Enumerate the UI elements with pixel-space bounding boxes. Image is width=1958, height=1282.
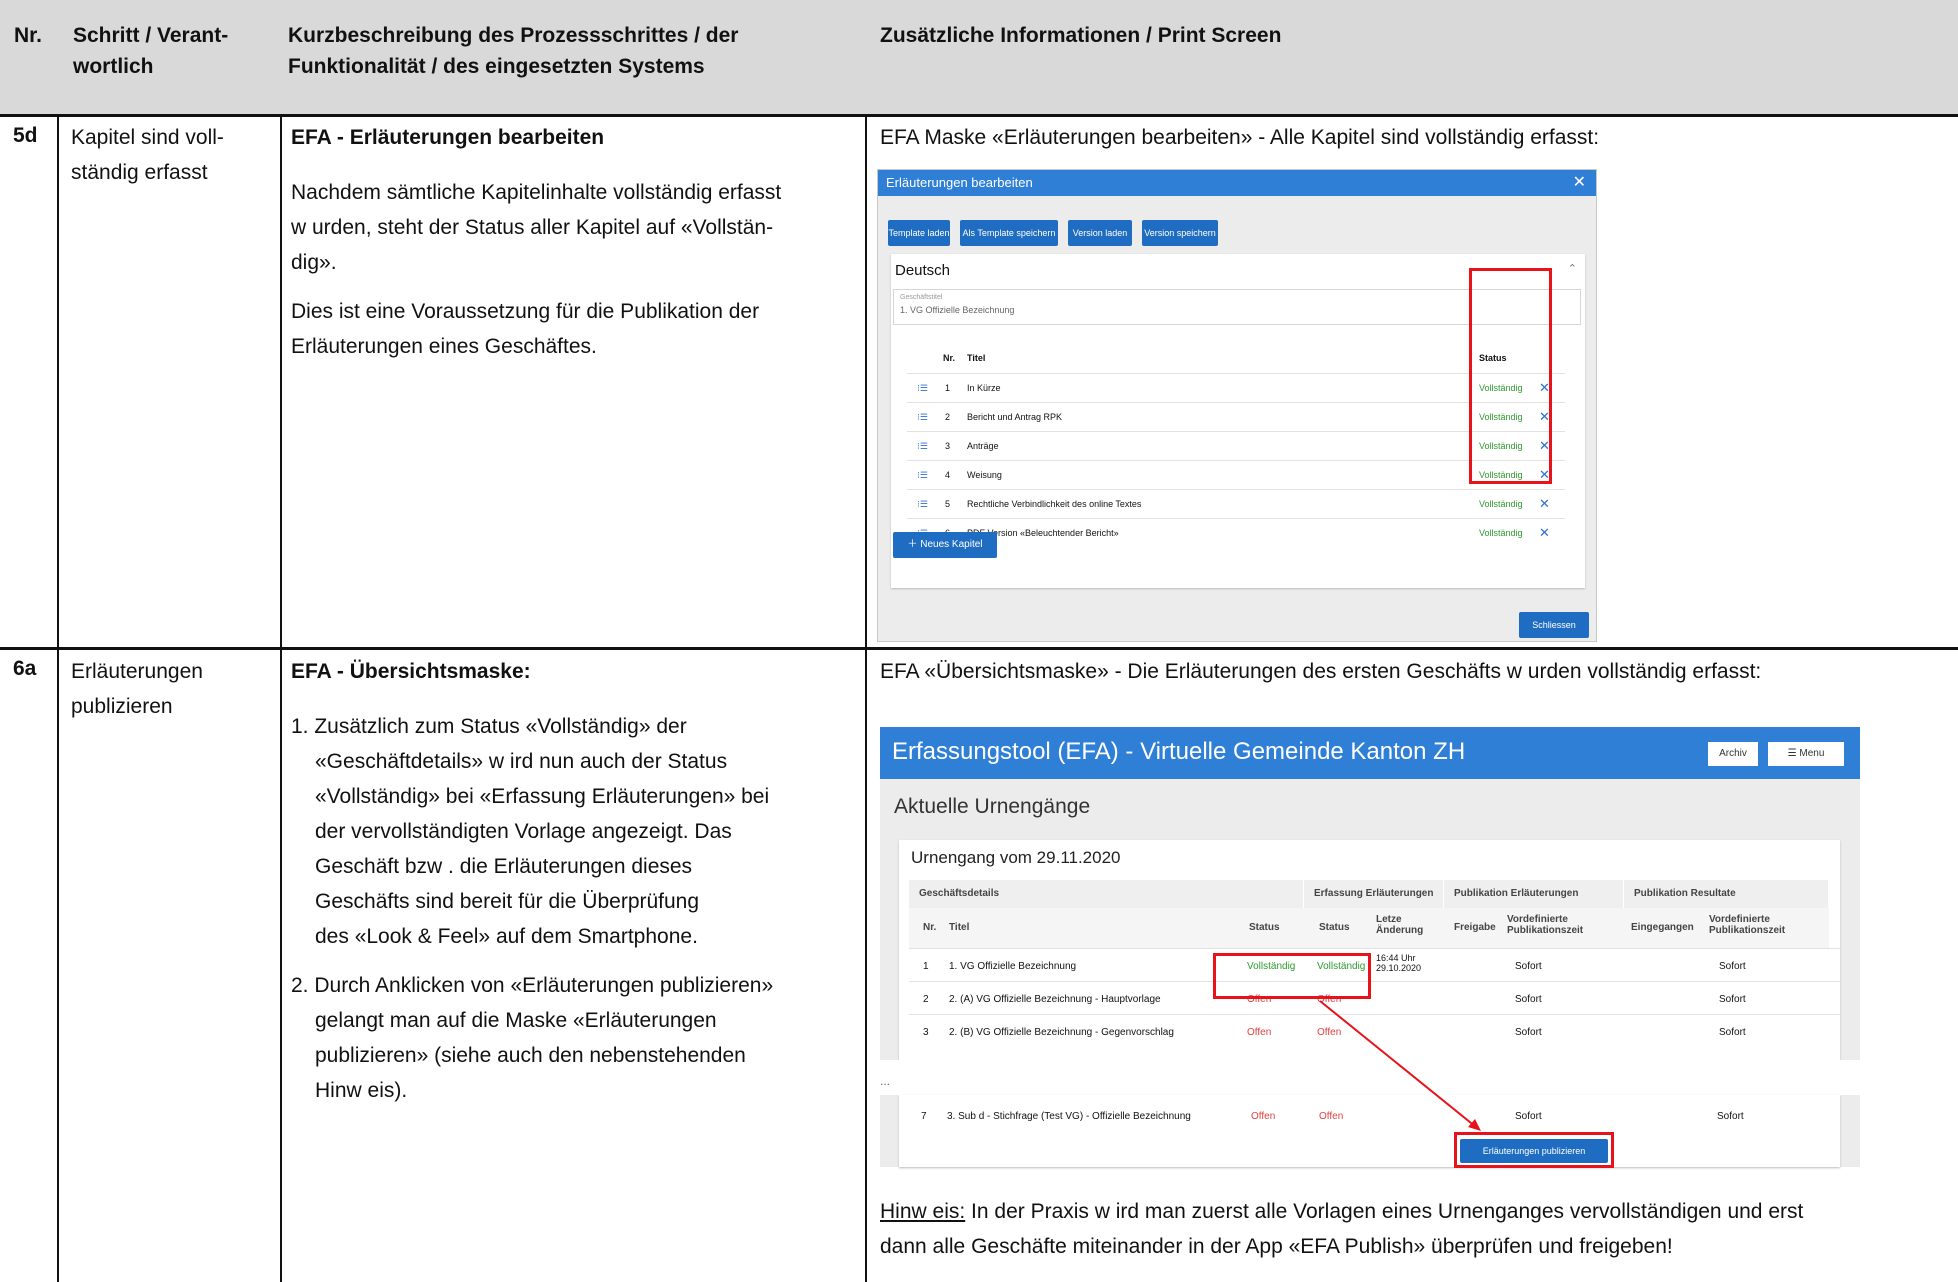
step-title: EFA - Übersichtsmaske: — [291, 660, 531, 683]
step-responsible: Erläuterungen publizieren — [71, 654, 203, 724]
chapter-nr: 1 — [945, 383, 951, 393]
text-line: Hinw eis). — [315, 1079, 408, 1102]
status-highlight-box — [1469, 268, 1552, 484]
save-as-template-button[interactable]: Als Template speichern — [960, 220, 1058, 246]
list-item-1: 1. Zusätzlich zum Status «Vollständig» d… — [291, 709, 861, 954]
reorder-icon[interactable]: ⁝☰ — [917, 383, 928, 394]
chapter-nr: 4 — [945, 470, 951, 480]
reorder-icon[interactable]: ⁝☰ — [917, 470, 928, 481]
title-field-label: Geschäftstitel — [900, 294, 943, 301]
title-field-value: 1. VG Offizielle Bezeichnung — [900, 305, 1015, 315]
reorder-icon[interactable]: ⁝☰ — [917, 499, 928, 510]
step-responsible: Kapitel sind voll- ständig erfasst — [71, 120, 224, 190]
note-text: In der Praxis w ird man zuerst alle Vorl… — [965, 1200, 1804, 1223]
step-responsible-line: publizieren — [71, 695, 173, 718]
info-caption: EFA «Übersichtsmaske» - Die Erläuterunge… — [880, 660, 1762, 683]
note: Hinw eis: In der Praxis w ird man zuerst… — [880, 1194, 1950, 1264]
dialog-title: Erläuterungen bearbeiten — [886, 175, 1033, 190]
text-line: «Geschäftdetails» w ird nun auch der Sta… — [315, 750, 728, 773]
version-load-button[interactable]: Version laden — [1068, 220, 1132, 246]
step-number: 6a — [13, 657, 37, 680]
step-title: EFA - Erläuterungen bearbeiten — [291, 126, 605, 149]
chapter-title[interactable]: Rechtliche Verbindlichkeit des online Te… — [967, 499, 1141, 509]
text-line: w urden, steht der Status aller Kapitel … — [291, 216, 774, 239]
description-paragraph: Dies ist eine Voraussetzung für die Publ… — [291, 294, 861, 364]
chapter-row[interactable]: ⁝☰ 1 In Kürze Vollständig ✕ — [907, 373, 1565, 403]
chapter-title[interactable]: In Kürze — [967, 383, 1001, 393]
section-title: Deutsch — [895, 262, 951, 279]
text-line: gelangt man auf die Maske «Erläuterungen — [315, 1009, 717, 1032]
reorder-icon[interactable]: ⁝☰ — [917, 412, 928, 423]
close-button[interactable]: Schliessen — [1519, 612, 1589, 638]
version-save-button[interactable]: Version speichern — [1142, 220, 1218, 246]
step-description: EFA - Erläuterungen bearbeiten Nachdem s… — [291, 120, 861, 378]
header-nr: Nr. — [14, 24, 43, 47]
header-schritt-line: wortlich — [73, 55, 154, 78]
arrow-icon — [1319, 1000, 1481, 1131]
column-divider — [57, 114, 59, 1282]
step-responsible-line: Kapitel sind voll- — [71, 126, 224, 149]
note-text: dann alle Geschäfte miteinander in der A… — [880, 1235, 1673, 1258]
chapter-row[interactable]: ⁝☰ 5 Rechtliche Verbindlichkeit des online… — [907, 489, 1565, 519]
column-divider — [865, 114, 867, 1282]
text-line: Nachdem sämtliche Kapitelinhalte vollstä… — [291, 181, 782, 204]
chapter-nr: 2 — [945, 412, 951, 422]
close-icon[interactable]: ✕ — [1573, 170, 1586, 196]
text-line: 1. Zusätzlich zum Status «Vollständig» d… — [291, 715, 687, 738]
info-caption: EFA Maske «Erläuterungen bearbeiten» - A… — [880, 126, 1600, 149]
text-line: dig». — [291, 251, 337, 274]
text-line: 2. Durch Anklicken von «Erläuterungen pu… — [291, 974, 774, 997]
chapter-row[interactable]: ⁝☰6PDF Version «Beleuchtender Bericht»Vo… — [907, 518, 1565, 548]
col-titel: Titel — [967, 353, 986, 363]
text-line: Geschäfts sind bereit für die Überprüfun… — [315, 890, 700, 913]
plus-icon: ＋ — [907, 539, 921, 550]
text-line: «Vollständig» bei «Erfassung Erläuterung… — [315, 785, 770, 808]
overview-mask-screenshot: Erfassungstool (EFA) - Virtuelle Gemeind… — [880, 727, 1860, 1168]
chapter-row[interactable]: ⁝☰ 3 Anträge Vollständig ✕ — [907, 431, 1565, 461]
header-kurz-line: Funktionalität / des eingesetzten System… — [288, 55, 705, 78]
chapter-status: Vollständig — [1479, 528, 1523, 538]
new-chapter-button[interactable]: ＋ Neues Kapitel — [893, 532, 997, 558]
template-load-button[interactable]: Template laden — [888, 220, 950, 246]
reorder-icon[interactable]: ⁝☰ — [917, 441, 928, 452]
step-responsible-line: ständig erfasst — [71, 161, 208, 184]
chapter-title[interactable]: Weisung — [967, 470, 1002, 480]
chapter-status: Vollständig — [1479, 499, 1523, 509]
note-label: Hinw eis: — [880, 1200, 966, 1223]
header-schritt-line: Schritt / Verant- — [73, 24, 229, 47]
description-paragraph: Nachdem sämtliche Kapitelinhalte vollstä… — [291, 175, 861, 280]
header-info: Zusätzliche Informationen / Print Screen — [880, 24, 1282, 47]
col-nr: Nr. — [943, 353, 956, 363]
row-divider — [0, 647, 1958, 650]
list-item-2: 2. Durch Anklicken von «Erläuterungen pu… — [291, 968, 861, 1108]
text-line: Erläuterungen eines Geschäftes. — [291, 335, 597, 358]
text-line: Geschäft bzw . die Erläuterungen dieses — [315, 855, 693, 878]
dialog-title-bar: Erläuterungen bearbeiten ✕ — [878, 170, 1596, 196]
delete-icon[interactable]: ✕ — [1539, 496, 1550, 512]
edit-explanations-dialog-screenshot: Erläuterungen bearbeiten ✕ Template lade… — [877, 169, 1597, 642]
delete-icon[interactable]: ✕ — [1539, 525, 1550, 541]
text-line: der vervollständigten Vorlage angezeigt.… — [315, 820, 732, 843]
chapter-row[interactable]: ⁝☰ 2 Bericht und Antrag RPK Vollständig ✕ — [907, 402, 1565, 432]
chapter-nr: 5 — [945, 499, 951, 509]
chapter-nr: 3 — [945, 441, 951, 451]
chapter-title[interactable]: Bericht und Antrag RPK — [967, 412, 1062, 422]
header-schritt: Schritt / Verant- wortlich — [73, 20, 228, 82]
text-line: des «Look & Feel» auf dem Smartphone. — [315, 925, 698, 948]
step-description: EFA - Übersichtsmaske: 1. Zusätzlich zum… — [291, 654, 861, 1122]
chapter-title[interactable]: Anträge — [967, 441, 999, 451]
new-chapter-label: Neues Kapitel — [920, 539, 983, 550]
column-divider — [280, 114, 282, 1282]
step-responsible-line: Erläuterungen — [71, 660, 203, 683]
table-header-row: Nr. Titel Status — [907, 344, 1565, 373]
header-kurz-line: Kurzbeschreibung des Prozessschrittes / … — [288, 24, 739, 47]
chapter-row[interactable]: ⁝☰ 4 Weisung Vollständig ✕ — [907, 460, 1565, 490]
step-number: 5d — [13, 124, 38, 147]
text-line: Dies ist eine Voraussetzung für die Publ… — [291, 300, 760, 323]
text-line: publizieren» (siehe auch den nebenstehen… — [315, 1044, 746, 1067]
chevron-up-icon[interactable]: ⌃ — [1568, 262, 1577, 275]
header-kurzbeschreibung: Kurzbeschreibung des Prozessschrittes / … — [288, 20, 738, 82]
row-divider — [0, 114, 1958, 117]
